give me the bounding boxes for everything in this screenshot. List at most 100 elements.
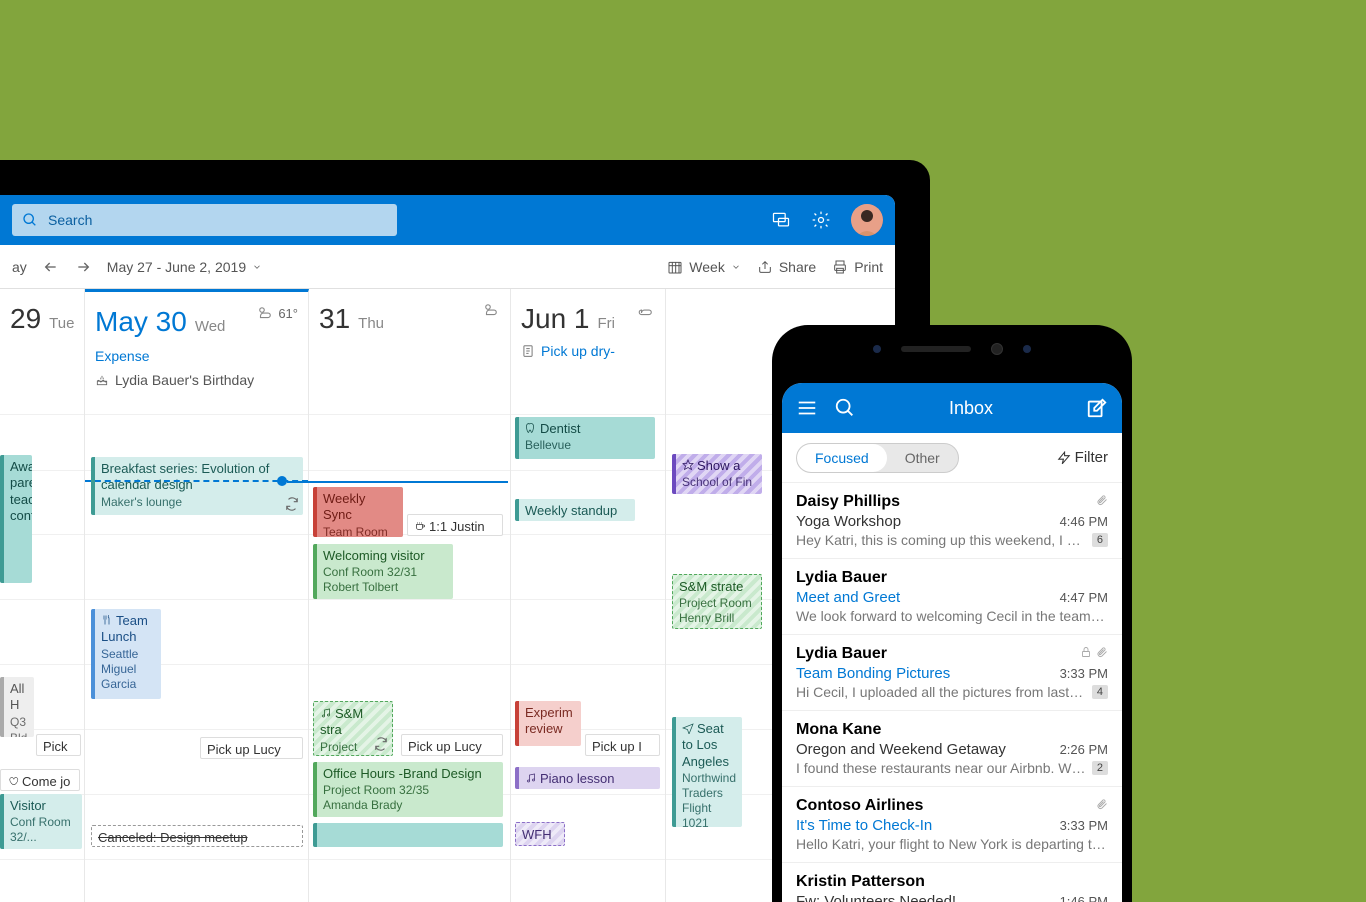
tab-other[interactable]: Other xyxy=(887,444,958,472)
email-item[interactable]: Contoso AirlinesIt's Time to Check-In3:3… xyxy=(782,787,1122,863)
event-away-parent[interactable]: Away parent teacher conf xyxy=(0,455,32,583)
date-num: 31 xyxy=(319,303,350,335)
chat-icon[interactable] xyxy=(771,210,791,230)
compose-icon[interactable] xyxy=(1086,397,1108,419)
event-dentist[interactable]: DentistBellevue xyxy=(515,417,655,459)
recurring-icon xyxy=(285,497,299,511)
avatar[interactable] xyxy=(851,204,883,236)
event-weekly-standup[interactable]: Weekly standup xyxy=(515,499,635,521)
attachment-icon xyxy=(1096,797,1108,811)
view-week-label: Week xyxy=(689,259,725,275)
email-from: Kristin Patterson xyxy=(796,873,1108,891)
now-indicator xyxy=(85,480,308,482)
date-num: May 30 xyxy=(95,306,187,338)
lock-icon xyxy=(1080,645,1092,659)
event-show[interactable]: Show aSchool of Fin xyxy=(672,454,762,494)
day-col-tue: 29Tue Away parent teacher conf All HQ3Bl… xyxy=(0,289,85,902)
calendar-app-window: Search ay May 27 - June 2, 2019 Week xyxy=(0,195,895,902)
print-button[interactable]: Print xyxy=(832,259,883,275)
cloud-icon xyxy=(637,301,655,319)
day-col-thu: 31Thu Weekly SyncTeam Room 1:1 Justin We… xyxy=(309,289,511,902)
event-piano[interactable]: Piano lesson xyxy=(515,767,660,789)
email-time: 4:47 PM xyxy=(1060,590,1108,605)
event-wfh[interactable]: WFH xyxy=(515,822,565,846)
event-breakfast[interactable]: Breakfast series: Evolution of calendar … xyxy=(91,457,303,515)
email-item[interactable]: Daisy PhillipsYoga Workshop4:46 PMHey Ka… xyxy=(782,483,1122,559)
email-preview: Hey Katri, this is coming up this weeken… xyxy=(796,532,1086,548)
phone-notch xyxy=(873,343,1031,355)
share-icon xyxy=(757,259,773,275)
search-input[interactable]: Search xyxy=(12,204,397,236)
music-icon xyxy=(525,772,537,784)
sun-cloud-icon xyxy=(482,301,500,319)
email-from: Lydia Bauer xyxy=(796,645,1108,663)
filter-button[interactable]: Filter xyxy=(1057,449,1108,466)
event-welcoming[interactable]: Welcoming visitorConf Room 32/31Robert T… xyxy=(313,544,453,599)
email-item[interactable]: Kristin PattersonFw: Volunteers Needed!1… xyxy=(782,863,1122,902)
cake-icon xyxy=(95,373,109,387)
weather-badge xyxy=(482,301,500,319)
day-header[interactable]: 61° May 30 Wed Expense Lydia Bauer's Birt… xyxy=(85,292,308,402)
email-preview: I found these restaurants near our Airbn… xyxy=(796,760,1086,776)
share-button[interactable]: Share xyxy=(757,259,816,275)
email-item[interactable]: Lydia BauerTeam Bonding Pictures3:33 PMH… xyxy=(782,635,1122,711)
email-item[interactable]: Mona KaneOregon and Weekend Getaway2:26 … xyxy=(782,711,1122,787)
coffee-icon xyxy=(414,520,426,532)
day-header[interactable]: Jun 1Fri Pick up dry- xyxy=(511,289,665,399)
event-experiment[interactable]: Experim review xyxy=(515,701,581,746)
lightning-icon xyxy=(1057,451,1071,465)
email-subject: Oregon and Weekend Getaway xyxy=(796,741,1052,758)
email-item[interactable]: Lydia BauerMeet and Greet4:47 PMWe look … xyxy=(782,559,1122,635)
day-col-wed-today: 61° May 30 Wed Expense Lydia Bauer's Birt… xyxy=(85,289,309,902)
inbox-tab-row: Focused Other Filter xyxy=(782,433,1122,483)
gear-icon[interactable] xyxy=(811,210,831,230)
event-team-lunch[interactable]: Team LunchSeattleMiguel Garcia xyxy=(91,609,161,699)
event-weekly-sync[interactable]: Weekly SyncTeam Room xyxy=(313,487,403,537)
menu-icon[interactable] xyxy=(796,397,818,419)
share-label: Share xyxy=(779,259,816,275)
event-seat[interactable]: Seat to Los AngelesNorthwind Traders Fli… xyxy=(672,717,742,827)
top-nav: Search xyxy=(0,195,895,245)
event-sm-stra[interactable]: S&M straProject RoomHenry Brill xyxy=(313,701,393,756)
weather-badge: 61° xyxy=(256,304,298,322)
event-office-hours[interactable]: Office Hours -Brand DesignProject Room 3… xyxy=(313,762,503,817)
event-1-1-justin[interactable]: 1:1 Justin xyxy=(407,514,503,536)
day-header[interactable]: 31Thu xyxy=(309,289,510,399)
email-preview: Hi Cecil, I uploaded all the pictures fr… xyxy=(796,684,1086,700)
event-visitor[interactable]: VisitorConf Room 32/... xyxy=(0,794,82,849)
date-day: Tue xyxy=(49,315,74,332)
event-block[interactable] xyxy=(313,823,503,847)
birthday-item: Lydia Bauer's Birthday xyxy=(95,372,298,388)
date-day: Wed xyxy=(195,318,226,335)
expense-link[interactable]: Expense xyxy=(95,348,298,364)
event-all-h[interactable]: All HQ3Bld 3Henry xyxy=(0,677,34,737)
email-preview: We look forward to welcoming Cecil in th… xyxy=(796,608,1108,624)
print-icon xyxy=(832,259,848,275)
event-come[interactable]: Come jo xyxy=(0,769,80,791)
badge-count: 6 xyxy=(1092,533,1108,547)
email-subject: Fw: Volunteers Needed! xyxy=(796,893,1052,902)
event-canceled[interactable]: Canceled: Design meetup xyxy=(91,825,303,847)
event-pick[interactable]: Pick xyxy=(36,734,81,756)
event-sm-strate[interactable]: S&M strateProject RoomHenry Brill xyxy=(672,574,762,629)
event-pickup-lucy-thu[interactable]: Pick up Lucy xyxy=(401,734,503,756)
next-arrow-icon[interactable] xyxy=(75,259,91,275)
calendar-toolbar: ay May 27 - June 2, 2019 Week Share Prin… xyxy=(0,245,895,289)
heart-icon xyxy=(7,775,19,787)
email-list[interactable]: Daisy PhillipsYoga Workshop4:46 PMHey Ka… xyxy=(782,483,1122,902)
event-pickup-lucy-wed[interactable]: Pick up Lucy xyxy=(200,737,303,759)
date-range[interactable]: May 27 - June 2, 2019 xyxy=(107,259,262,275)
date-range-label: May 27 - June 2, 2019 xyxy=(107,259,246,275)
badge-count: 2 xyxy=(1092,761,1108,775)
email-time: 4:46 PM xyxy=(1060,514,1108,529)
email-subject: Team Bonding Pictures xyxy=(796,665,1052,682)
today-button-cutoff[interactable]: ay xyxy=(12,259,27,275)
calendar-week-icon xyxy=(667,259,683,275)
star-icon xyxy=(682,459,694,471)
event-pick-up-i[interactable]: Pick up I xyxy=(585,734,660,756)
tab-focused[interactable]: Focused xyxy=(797,444,887,472)
view-week-button[interactable]: Week xyxy=(667,259,741,275)
search-icon[interactable] xyxy=(834,397,856,419)
prev-arrow-icon[interactable] xyxy=(43,259,59,275)
day-header[interactable]: 29Tue xyxy=(0,289,84,399)
